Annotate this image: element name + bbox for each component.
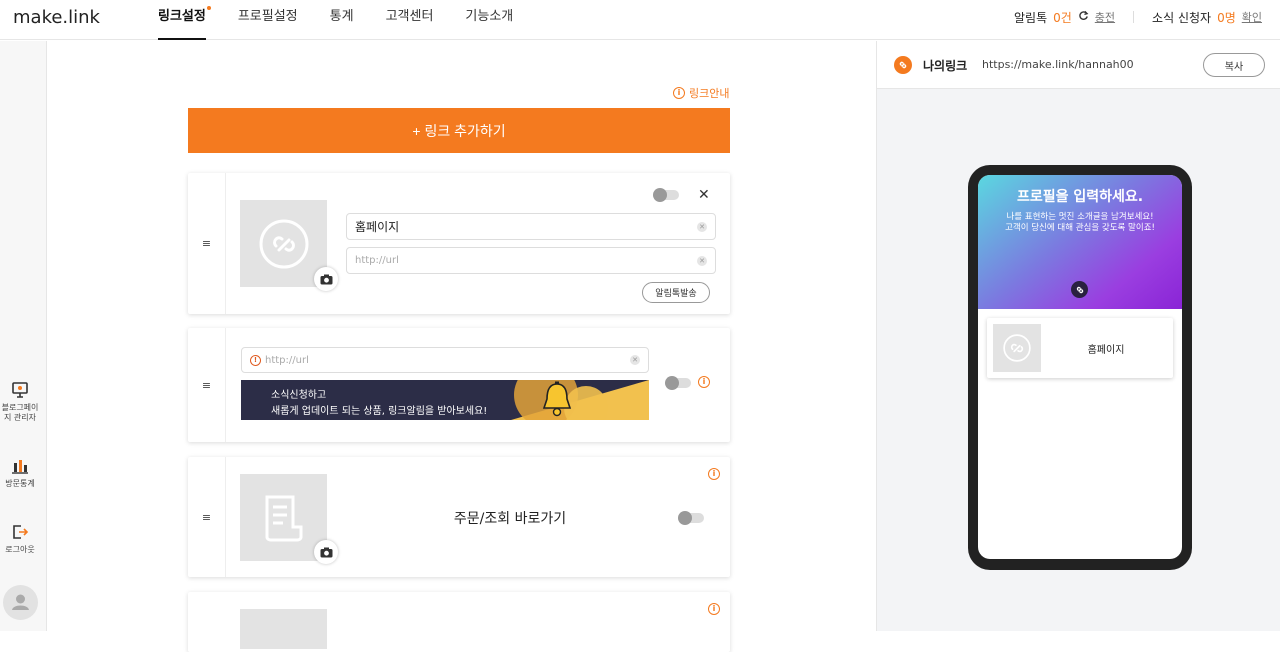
preview-panel: 나의링크 https://make.link/hannah00 복사 프로필을 …	[876, 41, 1280, 631]
order-toggle[interactable]	[678, 511, 704, 525]
hero-line-1: 나를 표현하는 멋진 소개글을 남겨보세요!	[1006, 212, 1154, 222]
banner-url-placeholder: http://url	[265, 354, 309, 366]
alimtalk-count: 0건	[1053, 10, 1072, 25]
top-right-status: 알림톡 0건 충전 소식 신청자 0명 확인	[1014, 0, 1262, 34]
link-icon	[894, 56, 912, 74]
divider	[1133, 11, 1135, 23]
info-icon[interactable]: i	[698, 376, 710, 388]
user-icon	[12, 594, 29, 610]
link-card-subscribe-banner: ≡ ! http://url ✕ 소식신청하고 새롭게 업데이트 되는 상품, …	[188, 328, 730, 442]
order-lookup-title: 주문/조회 바로가기	[453, 511, 567, 527]
subscribers-label: 소식 신청자	[1152, 10, 1212, 25]
profile-hero: 프로필을 입력하세요. 나를 표현하는 멋진 소개글을 남겨보세요! 고객이 당…	[978, 175, 1182, 309]
main-nav: 링크설정 프로필설정 통계 고객센터 기능소개	[158, 0, 545, 40]
link-logo-icon	[259, 219, 308, 268]
link-logo-icon	[1003, 334, 1031, 362]
link-guide-label: 링크안내	[689, 87, 730, 100]
logo[interactable]: make.link	[13, 7, 100, 28]
warning-icon: !	[250, 354, 261, 366]
bell-icon	[542, 381, 572, 417]
link-editor: i 링크안내 + 링크 추가하기 ≡ ✕ 홈페이지 ✕ http://url ✕…	[47, 41, 875, 652]
clear-icon[interactable]: ✕	[697, 221, 707, 232]
sidebar-item-blog-admin[interactable]: 블로그페이지 관리자	[0, 381, 40, 423]
link-card-homepage: ≡ ✕ 홈페이지 ✕ http://url ✕ 알림톡발송	[188, 173, 730, 314]
subscribers-count: 0명	[1217, 10, 1236, 25]
copy-button[interactable]: 복사	[1203, 53, 1265, 77]
hero-subtitle: 나를 표현하는 멋진 소개글을 남겨보세요! 고객이 당신에 대해 관심을 갖도…	[978, 212, 1182, 234]
clear-icon[interactable]: ✕	[630, 355, 640, 365]
drag-handle[interactable]: ≡	[188, 173, 226, 314]
banner-line-1: 소식신청하고	[271, 390, 327, 401]
banner-toggle[interactable]	[665, 376, 691, 390]
preview-thumbnail	[993, 324, 1041, 372]
charge-link[interactable]: 충전	[1095, 9, 1115, 25]
alimtalk-send-button[interactable]: 알림톡발송	[642, 282, 710, 303]
refresh-icon[interactable]	[1078, 10, 1089, 24]
sidebar-item-blog-admin-label: 블로그페이지 관리자	[1, 403, 39, 422]
link-title-field[interactable]: 홈페이지 ✕	[346, 213, 716, 240]
nav-customer-center[interactable]: 고객센터	[386, 0, 434, 40]
link-url-field[interactable]: http://url ✕	[346, 247, 716, 274]
link-card-order-lookup: ≡ 주문/조회 바로가기 i	[188, 457, 730, 577]
phone-preview: 프로필을 입력하세요. 나를 표현하는 멋진 소개글을 남겨보세요! 고객이 당…	[968, 165, 1192, 570]
alimtalk-label: 알림톡	[1013, 10, 1048, 25]
monitor-icon	[12, 382, 28, 398]
my-link-bar: 나의링크 https://make.link/hannah00 복사	[877, 41, 1280, 89]
partial-thumbnail[interactable]	[240, 609, 327, 649]
phone-screen: 프로필을 입력하세요. 나를 표현하는 멋진 소개글을 남겨보세요! 고객이 당…	[978, 175, 1182, 559]
nav-link-settings-label: 링크설정	[158, 9, 206, 24]
preview-link-card[interactable]: 홈페이지	[987, 318, 1173, 378]
banner-line-2: 새롭게 업데이트 되는 상품, 링크알림을 받아보세요!	[271, 406, 488, 417]
hero-title: 프로필을 입력하세요.	[1016, 189, 1144, 205]
drag-handle[interactable]: ≡	[188, 457, 226, 577]
camera-icon[interactable]	[314, 540, 338, 564]
hero-line-2: 고객이 당신에 대해 관심을 갖도록 말이죠!	[1005, 223, 1155, 233]
avatar[interactable]	[3, 585, 38, 620]
camera-icon[interactable]	[314, 267, 338, 291]
new-dot	[206, 6, 211, 10]
info-icon: i	[673, 87, 685, 99]
close-icon[interactable]: ✕	[698, 187, 710, 203]
sidebar-item-visit-stats-label: 방문통계	[5, 479, 35, 488]
nav-profile-settings[interactable]: 프로필설정	[238, 0, 298, 40]
sidebar-item-logout[interactable]: 로그아웃	[0, 523, 40, 555]
visibility-toggle[interactable]	[653, 188, 679, 202]
link-icon	[1071, 281, 1088, 298]
info-icon[interactable]: i	[708, 468, 720, 480]
link-card-partial: i	[188, 592, 730, 652]
preview-card-title: 홈페이지	[1087, 345, 1125, 356]
add-link-button[interactable]: + 링크 추가하기	[188, 108, 730, 153]
info-icon[interactable]: i	[708, 603, 720, 615]
link-url-placeholder: http://url	[355, 255, 399, 266]
sidebar-item-logout-label: 로그아웃	[5, 545, 35, 554]
bar-chart-icon	[12, 460, 28, 474]
nav-features[interactable]: 기능소개	[465, 0, 513, 40]
confirm-link[interactable]: 확인	[1242, 9, 1262, 25]
subscribe-banner[interactable]: 소식신청하고 새롭게 업데이트 되는 상품, 링크알림을 받아보세요!	[241, 380, 649, 420]
left-sidebar: 블로그페이지 관리자 방문통계 로그아웃	[0, 41, 47, 631]
top-bar: make.link 링크설정 프로필설정 통계 고객센터 기능소개 알림톡 0건…	[0, 0, 1280, 40]
document-icon	[265, 495, 302, 541]
banner-url-field[interactable]: ! http://url ✕	[241, 347, 649, 373]
my-link-url: https://make.link/hannah00	[982, 58, 1134, 71]
nav-statistics[interactable]: 통계	[330, 0, 354, 40]
sidebar-item-visit-stats[interactable]: 방문통계	[0, 457, 40, 489]
clear-icon[interactable]: ✕	[697, 255, 707, 266]
nav-link-settings[interactable]: 링크설정	[158, 0, 211, 40]
logout-icon	[13, 525, 29, 539]
drag-handle[interactable]: ≡	[188, 328, 226, 442]
link-title-value: 홈페이지	[355, 220, 400, 234]
my-link-label: 나의링크	[923, 59, 968, 73]
link-guide[interactable]: i 링크안내	[673, 85, 729, 101]
